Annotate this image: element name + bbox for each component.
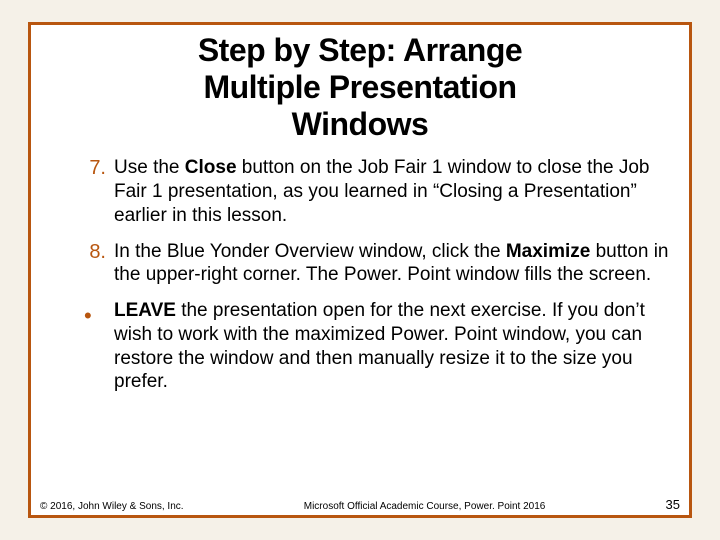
item-text-bold: Maximize bbox=[506, 241, 590, 262]
footer-copyright: © 2016, John Wiley & Sons, Inc. bbox=[40, 501, 184, 512]
title-line-3: Windows bbox=[292, 106, 429, 142]
item-text-bold: Close bbox=[185, 157, 237, 178]
item-text-pre: Use the bbox=[114, 157, 185, 178]
item-text-bold: LEAVE bbox=[114, 300, 176, 321]
list-item: 8. In the Blue Yonder Overview window, c… bbox=[88, 240, 680, 288]
item-text-post: the presentation open for the next exerc… bbox=[114, 300, 645, 392]
footer-course: Microsoft Official Academic Course, Powe… bbox=[184, 501, 666, 512]
slide-title: Step by Step: Arrange Multiple Presentat… bbox=[40, 32, 680, 142]
step-list: 7. Use the Close button on the Job Fair … bbox=[40, 156, 680, 394]
title-line-2: Multiple Presentation bbox=[203, 69, 516, 105]
list-item: • LEAVE the presentation open for the ne… bbox=[88, 299, 680, 394]
list-item: 7. Use the Close button on the Job Fair … bbox=[88, 156, 680, 227]
item-marker: 7. bbox=[66, 156, 106, 181]
title-line-1: Step by Step: Arrange bbox=[198, 32, 522, 68]
slide-content: Step by Step: Arrange Multiple Presentat… bbox=[40, 32, 680, 490]
slide-footer: © 2016, John Wiley & Sons, Inc. Microsof… bbox=[40, 497, 680, 512]
bullet-marker: • bbox=[84, 305, 92, 327]
item-marker: 8. bbox=[66, 240, 106, 265]
item-text-pre: In the Blue Yonder Overview window, clic… bbox=[114, 241, 506, 262]
footer-page-number: 35 bbox=[666, 497, 680, 512]
